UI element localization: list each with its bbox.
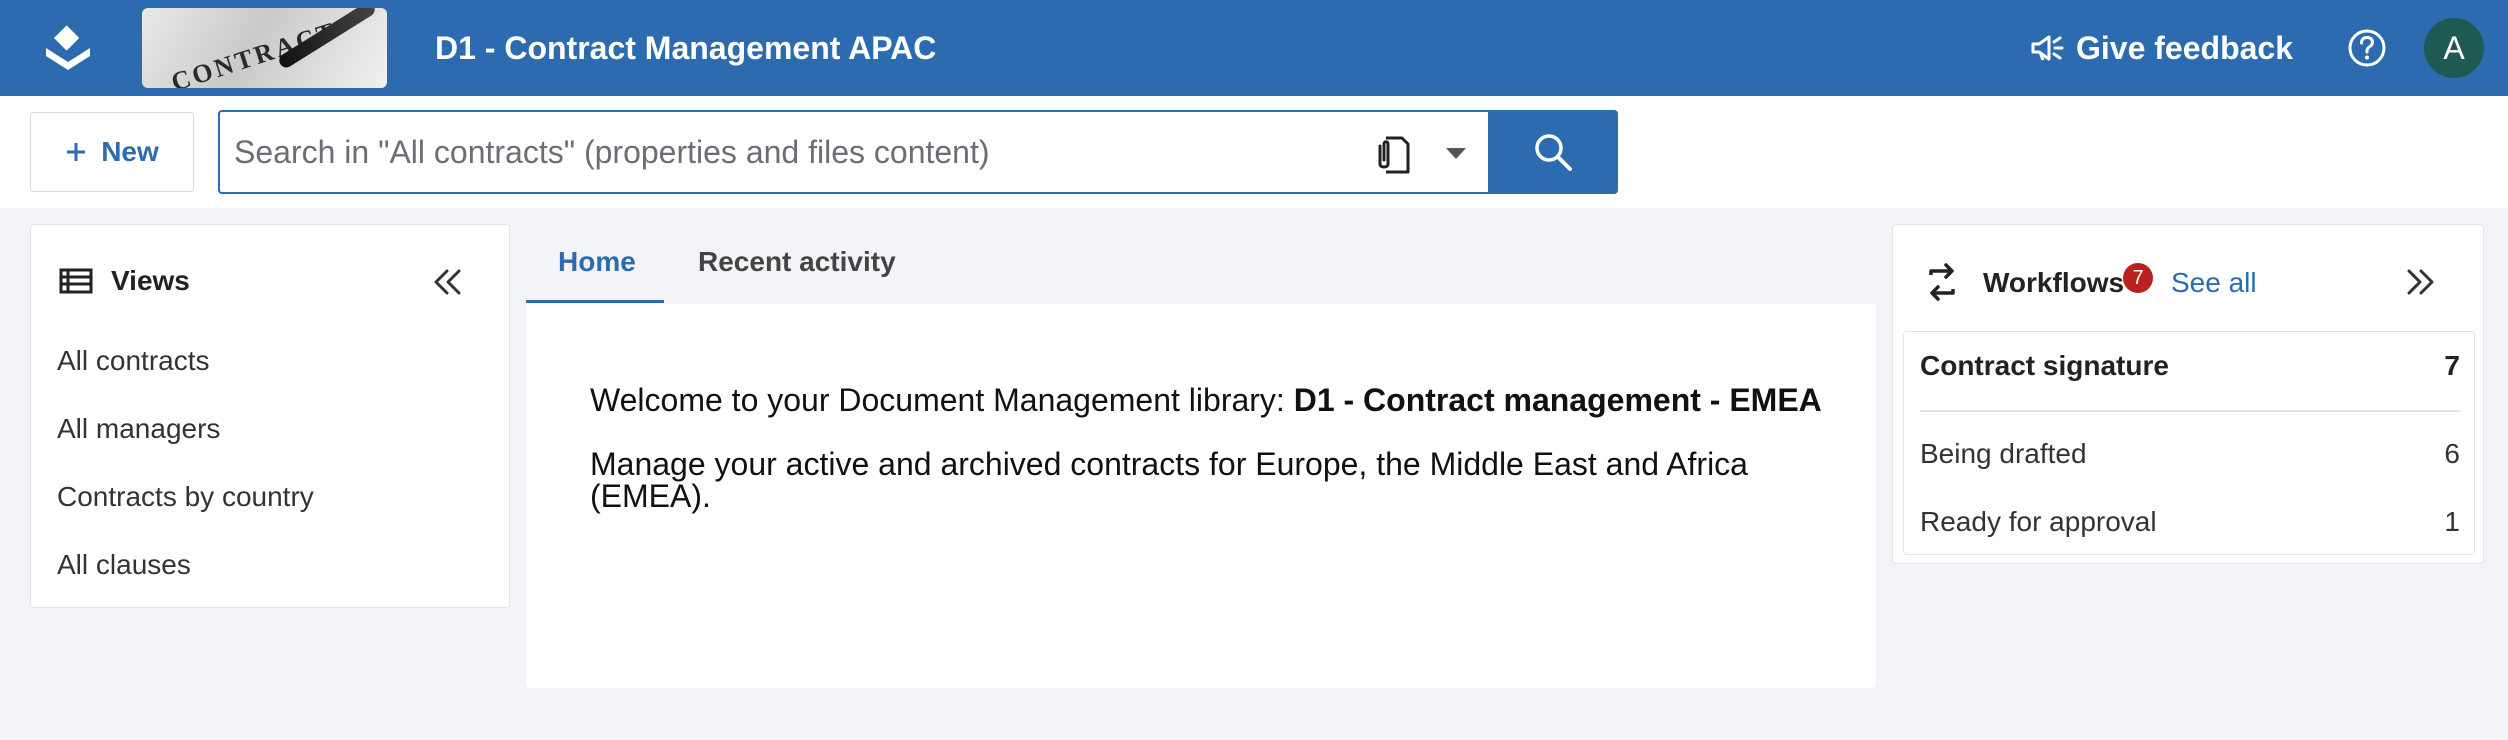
workflow-group-contract-signature[interactable]: Contract signature 7 bbox=[1920, 346, 2460, 386]
tab-recent-activity[interactable]: Recent activity bbox=[698, 246, 896, 278]
give-feedback-button[interactable]: Give feedback bbox=[2030, 26, 2293, 70]
views-title: Views bbox=[111, 265, 190, 296]
workflow-group-count: 7 bbox=[2444, 350, 2460, 381]
active-tab-indicator bbox=[526, 300, 664, 303]
view-item-contracts-by-country[interactable]: Contracts by country bbox=[57, 481, 314, 513]
app-title: D1 - Contract Management APAC bbox=[435, 30, 937, 66]
file-attachment-icon[interactable] bbox=[1372, 132, 1412, 176]
workflow-group-label: Contract signature bbox=[1920, 350, 2169, 381]
list-view-icon bbox=[59, 268, 93, 294]
search-icon bbox=[1535, 134, 1572, 171]
app-logo-icon[interactable] bbox=[40, 20, 96, 76]
view-item-all-contracts[interactable]: All contracts bbox=[57, 345, 210, 377]
chevron-down-icon[interactable] bbox=[1446, 146, 1466, 160]
library-description: Manage your active and archived contract… bbox=[590, 446, 1748, 514]
workflows-count-badge: 7 bbox=[2123, 263, 2153, 293]
workflows-panel: Workflows 7 See all Contract signature 7… bbox=[1892, 224, 2484, 564]
toolbar: New bbox=[0, 96, 2508, 208]
workflow-item-being-drafted[interactable]: Being drafted 6 bbox=[1920, 434, 2460, 474]
views-panel: Views All contracts All managers Contrac… bbox=[30, 224, 510, 608]
welcome-message: Welcome to your Document Management libr… bbox=[590, 382, 1822, 419]
library-name: D1 - Contract management - EMEA bbox=[1293, 382, 1822, 418]
help-icon[interactable] bbox=[2347, 28, 2387, 68]
workflow-item-ready-for-approval[interactable]: Ready for approval 1 bbox=[1920, 502, 2460, 542]
search-box bbox=[218, 110, 1618, 194]
search-button[interactable] bbox=[1488, 110, 1618, 194]
home-content: Welcome to your Document Management libr… bbox=[526, 304, 1876, 688]
expand-panel-icon[interactable] bbox=[2405, 267, 2437, 297]
workflow-item-count: 6 bbox=[2444, 438, 2460, 469]
collapse-panel-icon[interactable] bbox=[431, 267, 463, 297]
workflow-item-count: 1 bbox=[2444, 506, 2460, 537]
search-input[interactable] bbox=[234, 122, 1344, 182]
megaphone-icon bbox=[2031, 35, 2064, 61]
workflows-title: Workflows bbox=[1983, 267, 2125, 298]
view-item-all-managers[interactable]: All managers bbox=[57, 413, 220, 445]
banner-text: CONTRACT bbox=[167, 16, 341, 88]
see-all-link[interactable]: See all bbox=[2171, 267, 2257, 299]
new-button[interactable]: New bbox=[30, 112, 194, 192]
library-banner-image: CONTRACT bbox=[142, 8, 387, 88]
tab-home[interactable]: Home bbox=[558, 246, 636, 278]
workflow-item-label: Being drafted bbox=[1920, 438, 2087, 469]
view-item-all-clauses[interactable]: All clauses bbox=[57, 549, 191, 581]
workflow-cycle-icon bbox=[1929, 263, 1955, 301]
new-button-label: New bbox=[101, 136, 159, 167]
give-feedback-label: Give feedback bbox=[2076, 29, 2293, 66]
plus-icon bbox=[67, 143, 86, 161]
workflow-item-label: Ready for approval bbox=[1920, 506, 2157, 537]
welcome-prefix: Welcome to your Document Management libr… bbox=[590, 382, 1285, 418]
user-avatar[interactable]: A bbox=[2424, 18, 2484, 78]
tab-bar: Home Recent activity bbox=[526, 224, 1876, 304]
workflow-list: Contract signature 7 Being drafted 6 Rea… bbox=[1903, 331, 2475, 555]
app-header: CONTRACT D1 - Contract Management APAC G… bbox=[0, 0, 2508, 96]
workflow-divider bbox=[1920, 410, 2460, 412]
views-header: Views bbox=[59, 265, 190, 297]
